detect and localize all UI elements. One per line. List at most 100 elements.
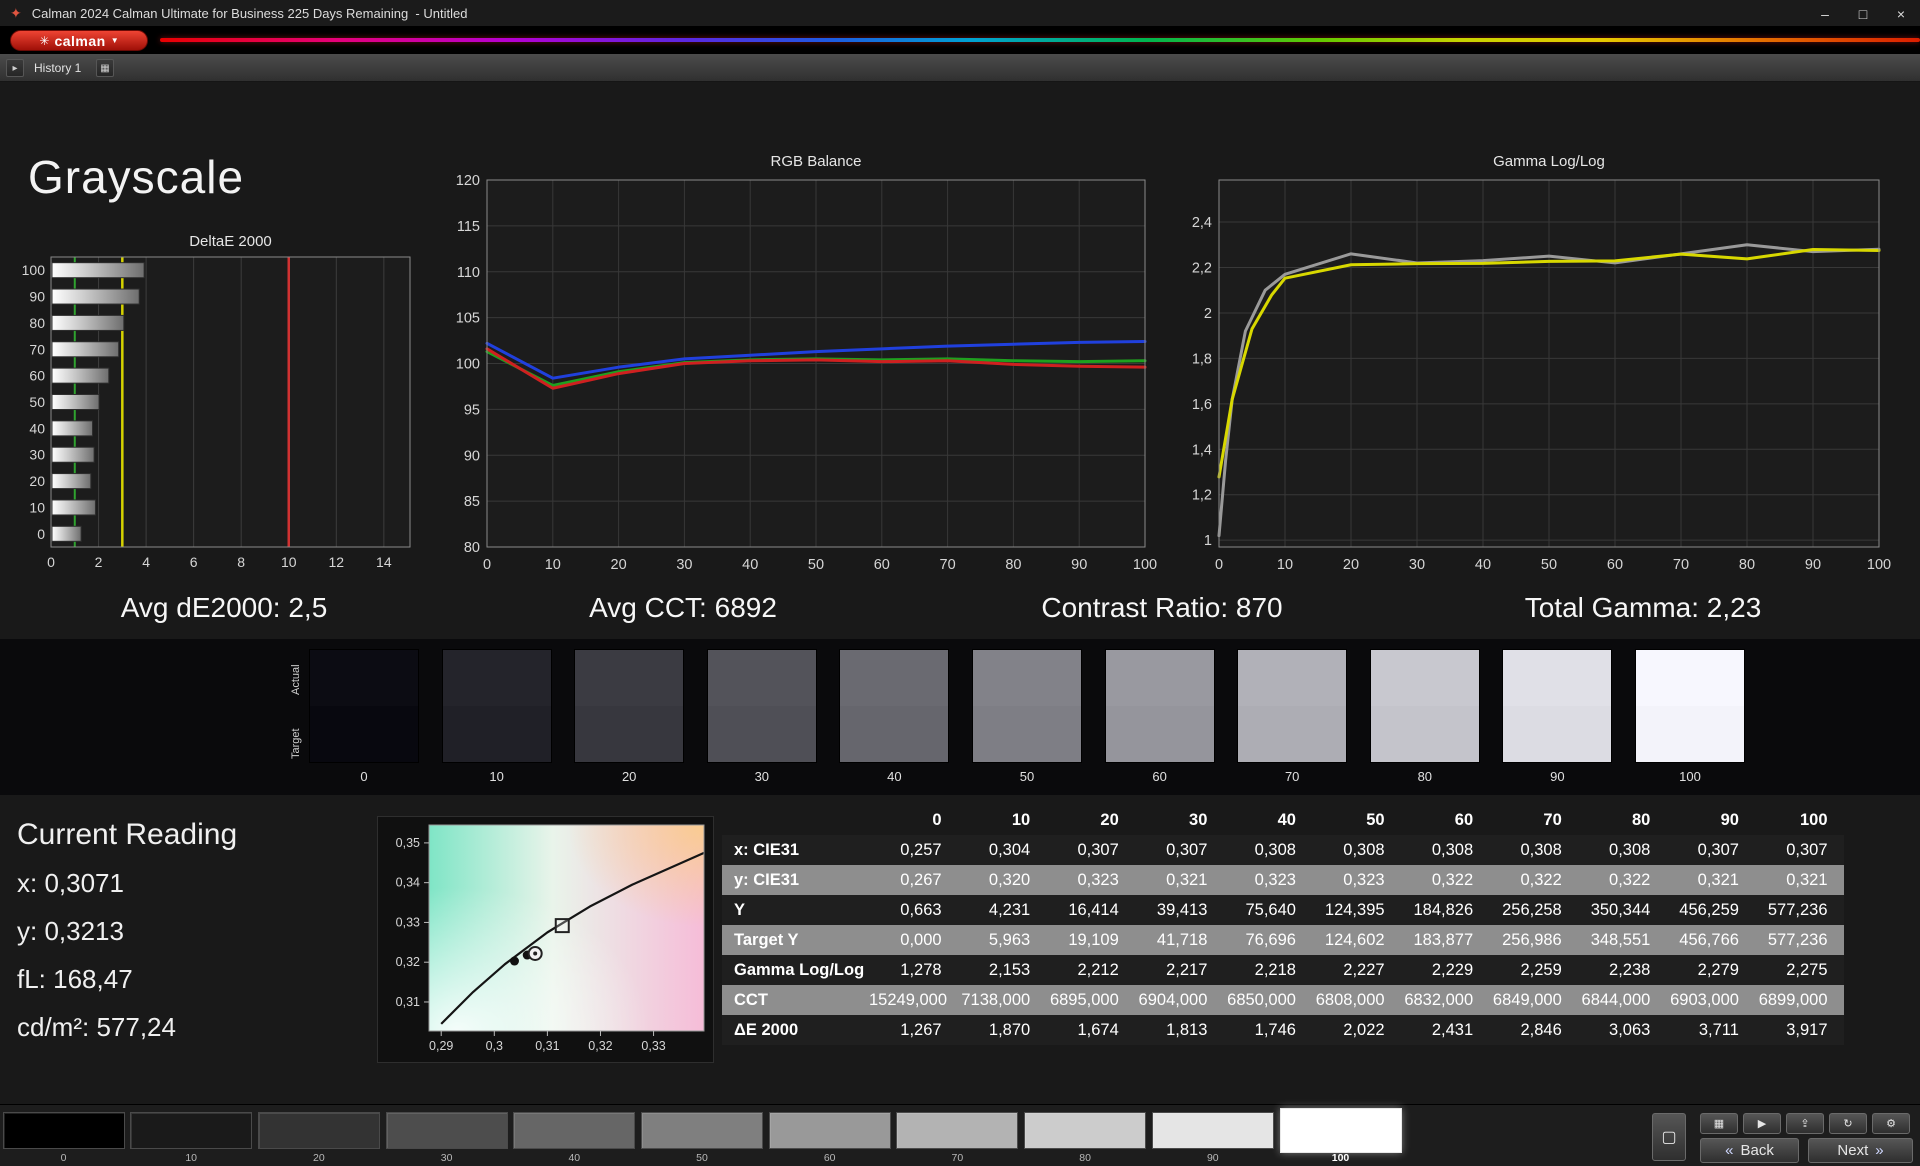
pattern-patch-50[interactable] xyxy=(641,1112,763,1149)
table-cell: 348,551 xyxy=(1578,931,1667,950)
svg-text:90: 90 xyxy=(29,289,45,305)
svg-text:0,32: 0,32 xyxy=(588,1039,612,1053)
table-cell: 0,308 xyxy=(1223,841,1312,860)
table-header-cell: 20 xyxy=(1046,811,1135,830)
expand-panel-button[interactable]: ▸ xyxy=(6,59,24,77)
svg-text:80: 80 xyxy=(29,315,45,331)
svg-text:100: 100 xyxy=(1867,557,1891,573)
contrast-ratio-stat: Contrast Ratio: 870 xyxy=(1041,592,1282,624)
svg-text:70: 70 xyxy=(29,341,45,357)
table-row: Target Y0,0005,96319,10941,71876,696124,… xyxy=(722,925,1844,955)
table-row: CCT15249,0007138,0006895,0006904,0006850… xyxy=(722,985,1844,1015)
play-button[interactable]: ▶ xyxy=(1743,1113,1781,1134)
svg-text:6: 6 xyxy=(190,554,198,570)
table-cell: 6844,000 xyxy=(1578,991,1667,1010)
svg-text:30: 30 xyxy=(676,557,692,573)
table-cell: 456,766 xyxy=(1666,931,1755,950)
table-row: Gamma Log/Log1,2782,1532,2122,2172,2182,… xyxy=(722,955,1844,985)
table-cell: 577,236 xyxy=(1755,931,1844,950)
table-cell: 6849,000 xyxy=(1489,991,1578,1010)
table-cell: 2,022 xyxy=(1312,1021,1401,1040)
svg-text:0,33: 0,33 xyxy=(396,915,420,929)
table-cell: 0,308 xyxy=(1489,841,1578,860)
loop-button[interactable]: ↻ xyxy=(1829,1113,1867,1134)
table-cell: 6808,000 xyxy=(1312,991,1401,1010)
svg-text:0: 0 xyxy=(1215,557,1223,573)
pattern-patch-30[interactable] xyxy=(386,1112,508,1149)
pattern-patch-40[interactable] xyxy=(513,1112,635,1149)
back-button[interactable]: « Back xyxy=(1700,1138,1799,1163)
pattern-patch-10[interactable] xyxy=(130,1112,252,1149)
swatch-level-label: 100 xyxy=(1635,769,1745,784)
chevron-down-icon: ▼ xyxy=(111,36,119,45)
svg-text:40: 40 xyxy=(1475,557,1491,573)
swatch-level-label: 10 xyxy=(442,769,552,784)
table-cell: 3,917 xyxy=(1755,1021,1844,1040)
table-row-label: Gamma Log/Log xyxy=(722,961,869,980)
svg-text:14: 14 xyxy=(376,554,392,570)
grayscale-swatch-10 xyxy=(442,649,552,763)
grid-icon: ▦ xyxy=(1714,1117,1724,1130)
pattern-patch-20[interactable] xyxy=(258,1112,380,1149)
next-button[interactable]: Next » xyxy=(1808,1138,1913,1163)
grayscale-swatch-60 xyxy=(1105,649,1215,763)
table-row: Y0,6634,23116,41439,41375,640124,395184,… xyxy=(722,895,1844,925)
grid-pattern-button[interactable]: ▦ xyxy=(1700,1113,1738,1134)
pattern-patch-label: 70 xyxy=(896,1152,1018,1164)
table-cell: 0,323 xyxy=(1312,871,1401,890)
maximize-button[interactable]: □ xyxy=(1844,0,1882,27)
svg-text:DeltaE 2000: DeltaE 2000 xyxy=(189,233,272,250)
svg-text:60: 60 xyxy=(1607,557,1623,573)
pattern-patch-100[interactable] xyxy=(1280,1108,1402,1153)
table-cell: 0,307 xyxy=(1046,841,1135,860)
table-row-label: Target Y xyxy=(722,931,869,950)
pattern-patch-label: 60 xyxy=(769,1152,891,1164)
pattern-settings-button[interactable]: ⚙ xyxy=(1872,1113,1910,1134)
table-cell: 76,696 xyxy=(1223,931,1312,950)
eject-button[interactable]: ⇪ xyxy=(1786,1113,1824,1134)
table-cell: 0,320 xyxy=(958,871,1047,890)
svg-text:40: 40 xyxy=(742,557,758,573)
table-row-label: y: CIE31 xyxy=(722,871,869,890)
table-cell: 6895,000 xyxy=(1046,991,1135,1010)
pattern-patch-70[interactable] xyxy=(896,1112,1018,1149)
table-cell: 0,307 xyxy=(1666,841,1755,860)
svg-text:0,3: 0,3 xyxy=(486,1039,503,1053)
pattern-patch-60[interactable] xyxy=(769,1112,891,1149)
table-header-cell: 90 xyxy=(1666,811,1755,830)
pattern-patch-90[interactable] xyxy=(1152,1112,1274,1149)
svg-text:1: 1 xyxy=(1204,533,1212,549)
table-cell: 0,323 xyxy=(1223,871,1312,890)
next-icon: » xyxy=(1875,1142,1883,1159)
table-cell: 124,602 xyxy=(1312,931,1401,950)
svg-text:100: 100 xyxy=(22,262,46,278)
calman-logo-button[interactable]: ✳ calman ▼ xyxy=(10,30,148,51)
table-cell: 350,344 xyxy=(1578,901,1667,920)
page-title: Grayscale xyxy=(28,150,244,204)
pattern-window-button[interactable]: ▢ xyxy=(1652,1113,1686,1161)
table-cell: 0,322 xyxy=(1401,871,1490,890)
table-cell: 1,746 xyxy=(1223,1021,1312,1040)
svg-text:70: 70 xyxy=(940,557,956,573)
table-header-cell: 70 xyxy=(1489,811,1578,830)
back-icon: « xyxy=(1725,1142,1733,1159)
tab-history-1[interactable]: History 1 xyxy=(34,61,81,75)
table-row-label: CCT xyxy=(722,991,869,1010)
table-cell: 0,000 xyxy=(869,931,958,950)
table-cell: 6903,000 xyxy=(1666,991,1755,1010)
pattern-patch-80[interactable] xyxy=(1024,1112,1146,1149)
popout-button[interactable]: ▦ xyxy=(96,59,114,77)
table-header-cell: 50 xyxy=(1312,811,1401,830)
pattern-patch-0[interactable] xyxy=(3,1112,125,1149)
table-cell: 0,307 xyxy=(1755,841,1844,860)
table-cell: 0,321 xyxy=(1666,871,1755,890)
svg-text:0,32: 0,32 xyxy=(396,955,420,969)
table-cell: 256,258 xyxy=(1489,901,1578,920)
minimize-button[interactable]: – xyxy=(1806,0,1844,27)
table-cell: 256,986 xyxy=(1489,931,1578,950)
table-cell: 184,826 xyxy=(1401,901,1490,920)
table-cell: 0,321 xyxy=(1755,871,1844,890)
table-header-cell: 100 xyxy=(1755,811,1844,830)
close-button[interactable]: × xyxy=(1882,0,1920,27)
table-cell: 2,259 xyxy=(1489,961,1578,980)
